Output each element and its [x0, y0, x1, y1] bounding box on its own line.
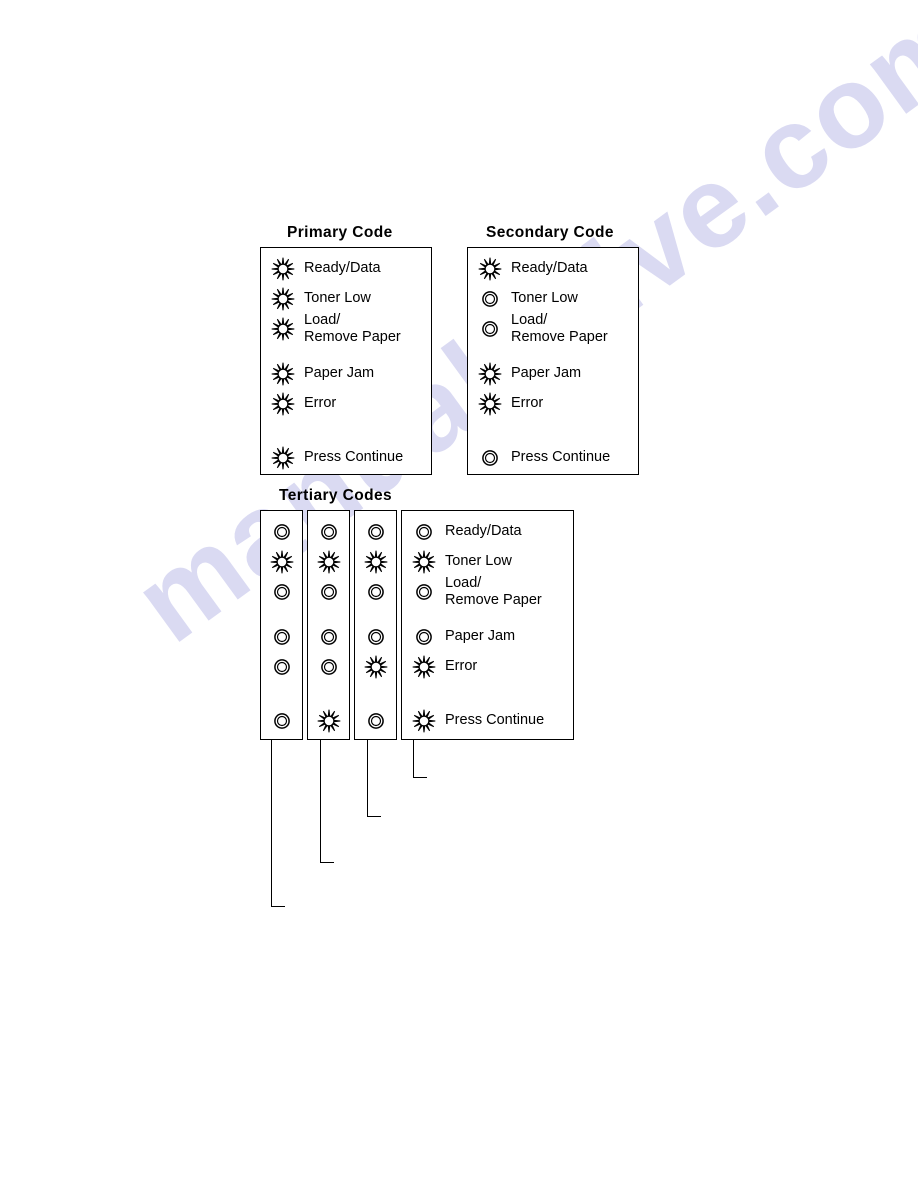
lead-line-1-hook — [271, 906, 285, 907]
led-row-label: Error — [445, 658, 478, 674]
lead-line-4-hook — [413, 777, 427, 778]
tertiary-column-4-box: Ready/Data Toner Low Load/ Remove Paper … — [401, 510, 574, 740]
secondary-code-title: Secondary Code — [486, 224, 614, 241]
led-on-icon — [271, 317, 295, 341]
led-off-icon — [317, 655, 341, 679]
tertiary-column-3-box — [354, 510, 397, 740]
led-on-icon — [412, 655, 436, 679]
led-off-icon — [364, 709, 388, 733]
led-on-icon — [271, 392, 295, 416]
led-off-icon — [478, 446, 502, 470]
led-off-icon — [317, 520, 341, 544]
tertiary-codes-title: Tertiary Codes — [279, 487, 392, 504]
led-row-label: Toner Low — [511, 290, 578, 306]
led-on-icon — [364, 655, 388, 679]
led-off-icon — [270, 580, 294, 604]
lead-line-2-hook — [320, 862, 334, 863]
lead-line-4 — [413, 740, 414, 777]
led-row-label: Error — [511, 395, 544, 411]
lead-line-2 — [320, 740, 321, 862]
led-row-label: Press Continue — [445, 712, 545, 728]
led-row-label: Load/ Remove Paper — [445, 575, 542, 608]
led-on-icon — [271, 257, 295, 281]
led-on-icon — [412, 709, 436, 733]
led-off-icon — [270, 625, 294, 649]
led-on-icon — [270, 550, 294, 574]
led-row-label: Ready/Data — [445, 523, 522, 539]
tertiary-column-2-box — [307, 510, 350, 740]
led-on-icon — [271, 287, 295, 311]
led-off-icon — [270, 655, 294, 679]
led-row-label: Ready/Data — [511, 260, 588, 276]
led-on-icon — [412, 550, 436, 574]
led-row-label: Press Continue — [304, 449, 404, 465]
page-canvas: manualshive.com Primary Code Ready/Data … — [0, 0, 918, 1188]
led-off-icon — [317, 580, 341, 604]
led-row-label: Ready/Data — [304, 260, 381, 276]
led-off-icon — [478, 287, 502, 311]
led-on-icon — [364, 550, 388, 574]
led-off-icon — [478, 317, 502, 341]
led-on-icon — [271, 446, 295, 470]
led-row-label: Error — [304, 395, 337, 411]
led-row-label: Paper Jam — [445, 628, 516, 644]
led-row-label: Paper Jam — [304, 365, 375, 381]
secondary-code-box: Ready/Data Toner Low Load/ Remove Paper … — [467, 247, 639, 475]
led-off-icon — [412, 520, 436, 544]
led-row-label: Toner Low — [445, 553, 512, 569]
led-row-label: Press Continue — [511, 449, 611, 465]
lead-line-1 — [271, 740, 272, 906]
led-on-icon — [271, 362, 295, 386]
led-on-icon — [478, 257, 502, 281]
led-on-icon — [478, 392, 502, 416]
led-off-icon — [364, 580, 388, 604]
lead-line-3 — [367, 740, 368, 816]
led-on-icon — [478, 362, 502, 386]
tertiary-column-1-box — [260, 510, 303, 740]
led-off-icon — [270, 520, 294, 544]
primary-code-box: Ready/Data Toner Low Load/ Remove Paper … — [260, 247, 432, 475]
led-row-label: Paper Jam — [511, 365, 582, 381]
led-off-icon — [317, 625, 341, 649]
led-row-label: Load/ Remove Paper — [511, 312, 608, 345]
lead-line-3-hook — [367, 816, 381, 817]
led-off-icon — [412, 580, 436, 604]
led-row-label: Toner Low — [304, 290, 371, 306]
led-row-label: Load/ Remove Paper — [304, 312, 401, 345]
led-off-icon — [270, 709, 294, 733]
primary-code-title: Primary Code — [287, 224, 393, 241]
led-off-icon — [364, 520, 388, 544]
led-off-icon — [412, 625, 436, 649]
led-on-icon — [317, 709, 341, 733]
led-on-icon — [317, 550, 341, 574]
led-off-icon — [364, 625, 388, 649]
